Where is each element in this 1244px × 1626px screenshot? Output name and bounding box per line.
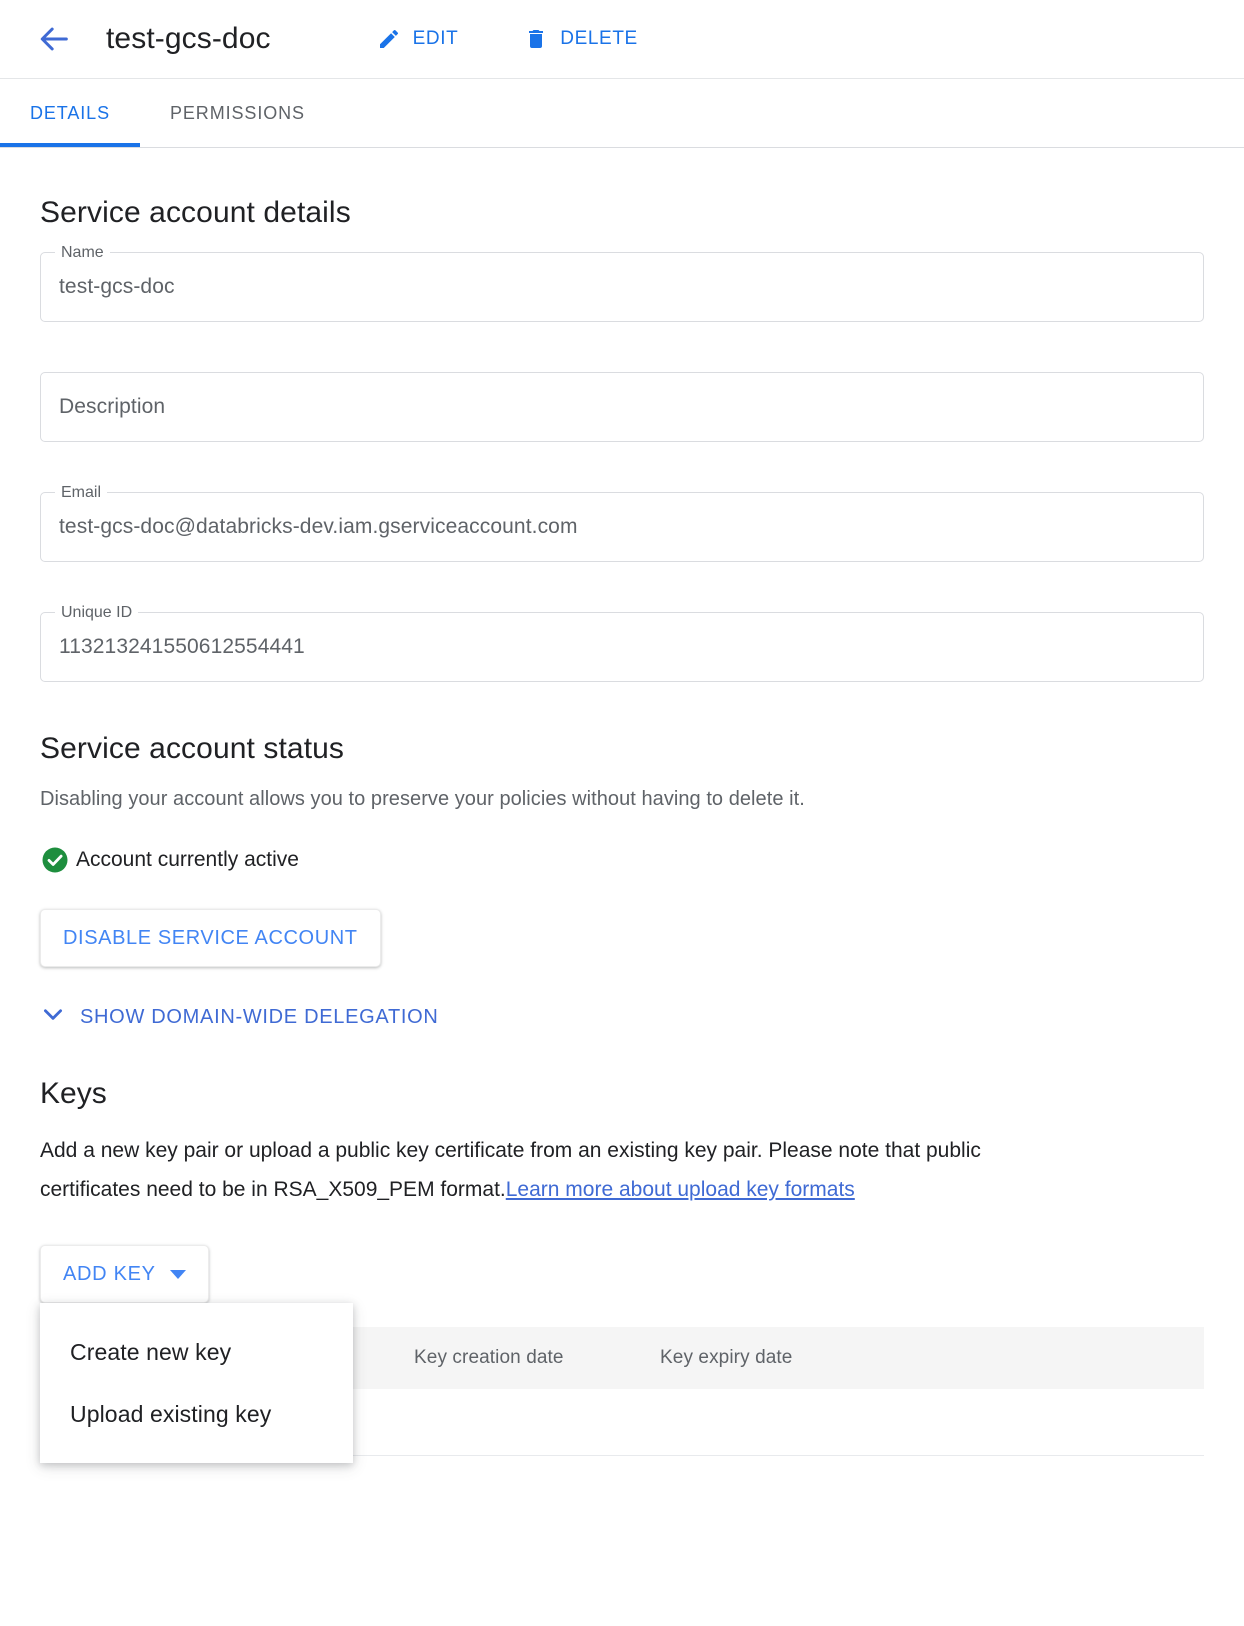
delete-button-label: DELETE <box>560 28 638 49</box>
add-key-container: ADD KEY Create new key Upload existing k… <box>40 1245 353 1463</box>
caret-down-icon <box>169 1269 186 1279</box>
page-title: test-gcs-doc <box>106 22 271 55</box>
tab-details[interactable]: DETAILS <box>0 79 140 147</box>
add-key-button[interactable]: ADD KEY <box>40 1245 209 1303</box>
check-circle-icon <box>40 845 70 875</box>
pencil-icon <box>377 27 401 51</box>
name-field-label: Name <box>55 242 110 264</box>
tab-bar: DETAILS PERMISSIONS <box>0 78 1244 148</box>
table-cell <box>660 1389 1204 1456</box>
service-account-status-title: Service account status <box>40 732 345 765</box>
email-field-label: Email <box>55 482 108 504</box>
keys-description: Add a new key pair or upload a public ke… <box>40 1131 990 1209</box>
status-badge: Account currently active <box>40 845 1204 875</box>
menu-item-create-new-key[interactable]: Create new key <box>40 1321 353 1383</box>
delete-button[interactable]: DELETE <box>520 21 642 57</box>
app-header: test-gcs-doc EDIT DELETE <box>0 0 1244 78</box>
name-field[interactable]: Name test-gcs-doc <box>40 242 1204 322</box>
chevron-down-icon <box>40 1001 66 1033</box>
show-domain-wide-delegation-toggle[interactable]: SHOW DOMAIN-WIDE DELEGATION <box>40 1001 439 1033</box>
email-field-value: test-gcs-doc@databricks-dev.iam.gservice… <box>59 515 578 538</box>
disable-service-account-button[interactable]: DISABLE SERVICE ACCOUNT <box>40 909 381 967</box>
edit-button-label: EDIT <box>412 28 459 49</box>
table-cell <box>414 1389 660 1456</box>
description-field[interactable]: Description <box>40 372 1204 442</box>
column-header-key-creation-date[interactable]: Key creation date <box>414 1327 660 1389</box>
unique-id-field[interactable]: Unique ID 113213241550612554441 <box>40 602 1204 682</box>
learn-more-link[interactable]: Learn more about upload key formats <box>506 1178 855 1201</box>
add-key-menu: Create new key Upload existing key <box>40 1303 353 1463</box>
description-field-placeholder: Description <box>59 395 166 418</box>
trash-icon <box>524 27 548 51</box>
column-header-key-expiry-date[interactable]: Key expiry date <box>660 1327 1204 1389</box>
tab-permissions[interactable]: PERMISSIONS <box>140 79 335 147</box>
unique-id-field-value: 113213241550612554441 <box>59 635 305 658</box>
unique-id-field-label: Unique ID <box>55 602 139 624</box>
back-button[interactable] <box>32 16 78 62</box>
email-field[interactable]: Email test-gcs-doc@databricks-dev.iam.gs… <box>40 482 1204 562</box>
show-domain-wide-delegation-label: SHOW DOMAIN-WIDE DELEGATION <box>80 1005 439 1028</box>
main-content: Service account details Name test-gcs-do… <box>0 196 1244 1463</box>
status-description: Disabling your account allows you to pre… <box>40 788 805 810</box>
arrow-left-icon <box>38 22 72 56</box>
name-field-value: test-gcs-doc <box>59 275 175 298</box>
edit-button[interactable]: EDIT <box>373 21 463 57</box>
keys-title: Keys <box>40 1077 107 1110</box>
menu-item-upload-existing-key[interactable]: Upload existing key <box>40 1383 353 1445</box>
service-account-details-title: Service account details <box>40 196 351 229</box>
header-actions: EDIT DELETE <box>373 21 642 57</box>
add-key-button-label: ADD KEY <box>63 1262 156 1285</box>
status-badge-label: Account currently active <box>76 848 299 871</box>
